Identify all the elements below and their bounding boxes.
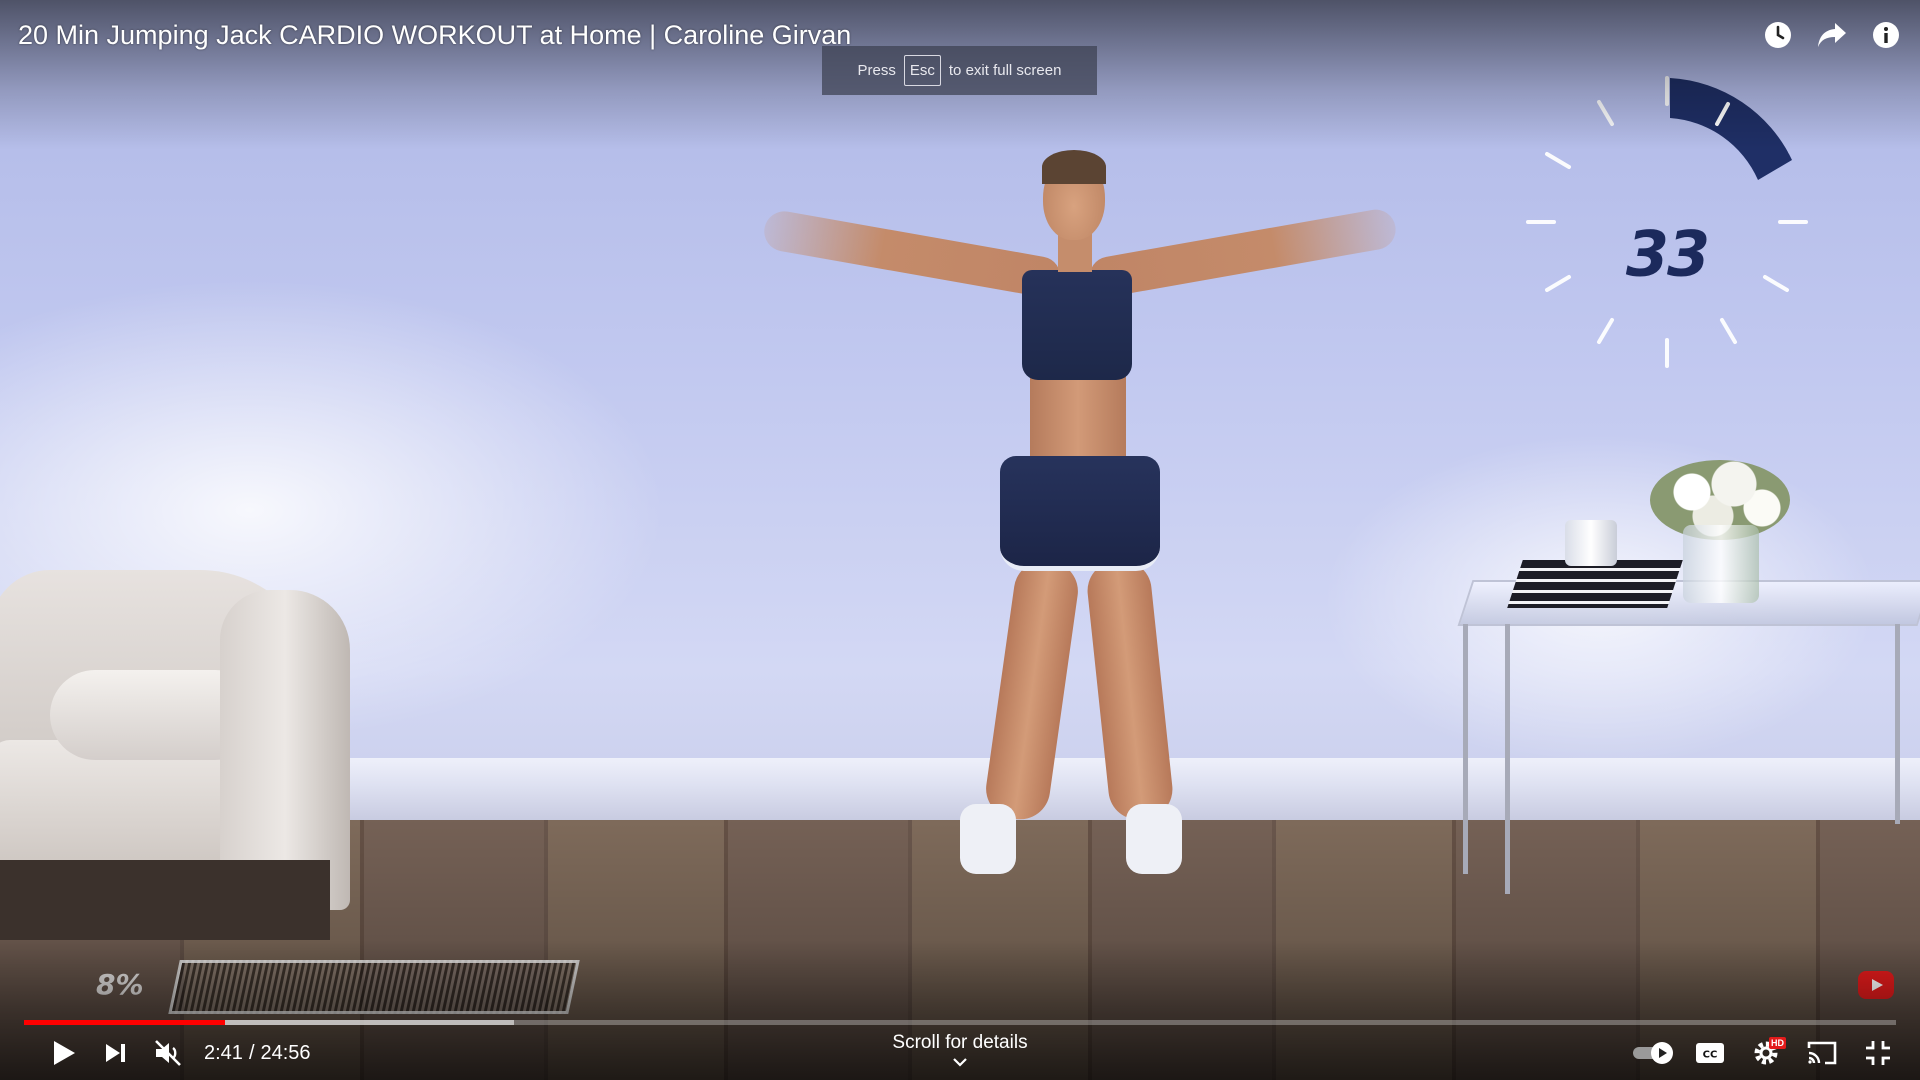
watch-later-icon[interactable]: [1762, 16, 1794, 54]
right-controls: CC HD: [1630, 1034, 1902, 1072]
side-table: [1455, 580, 1920, 894]
candle: [1565, 520, 1617, 566]
sofa: [0, 570, 360, 950]
video-frame[interactable]: 33 8%: [0, 0, 1920, 1080]
next-icon: [106, 1044, 125, 1062]
muted-volume-icon: [155, 1040, 181, 1066]
books-stack: [1507, 560, 1683, 608]
duration: 24:56: [260, 1041, 311, 1064]
chevron-down-icon: [953, 1058, 967, 1067]
svg-text:CC: CC: [1703, 1050, 1718, 1061]
esc-key-badge: Esc: [903, 55, 941, 86]
time-display: 2:41/24:56: [204, 1042, 311, 1065]
toast-text-before: Press: [857, 62, 896, 79]
left-controls: 2:41/24:56: [38, 1034, 311, 1072]
autoplay-toggle-icon: [1633, 1042, 1673, 1064]
captions-icon: CC: [1696, 1043, 1724, 1063]
instructor: [760, 150, 1420, 890]
info-icon[interactable]: [1870, 16, 1902, 54]
mute-button[interactable]: [142, 1034, 194, 1072]
play-icon: [54, 1041, 75, 1065]
scroll-hint-label: Scroll for details: [892, 1032, 1028, 1053]
cast-button[interactable]: [1798, 1034, 1846, 1072]
scroll-for-details[interactable]: Scroll for details: [860, 1032, 1060, 1068]
share-icon[interactable]: [1816, 16, 1848, 54]
seek-played: [24, 1020, 226, 1025]
top-actions: [1762, 16, 1902, 54]
time-separator: /: [248, 1041, 255, 1064]
autoplay-toggle[interactable]: [1630, 1034, 1678, 1072]
current-time: 2:41: [204, 1041, 243, 1064]
video-title[interactable]: 20 Min Jumping Jack CARDIO WORKOUT at Ho…: [18, 20, 851, 51]
hd-badge: HD: [1769, 1037, 1786, 1049]
toast-text-after: to exit full screen: [948, 62, 1062, 79]
play-button[interactable]: [38, 1034, 90, 1072]
cast-icon: [1807, 1041, 1837, 1065]
exit-fullscreen-toast: Press Esc to exit full screen: [822, 46, 1097, 95]
seek-bar[interactable]: [24, 1020, 1896, 1025]
next-button[interactable]: [90, 1034, 142, 1072]
captions-button[interactable]: CC: [1686, 1034, 1734, 1072]
exit-fullscreen-icon: [1866, 1041, 1890, 1065]
glass-vase: [1683, 525, 1759, 603]
timer-value: 33: [1625, 217, 1710, 291]
settings-button[interactable]: HD: [1742, 1034, 1790, 1072]
exit-fullscreen-button[interactable]: [1854, 1034, 1902, 1072]
